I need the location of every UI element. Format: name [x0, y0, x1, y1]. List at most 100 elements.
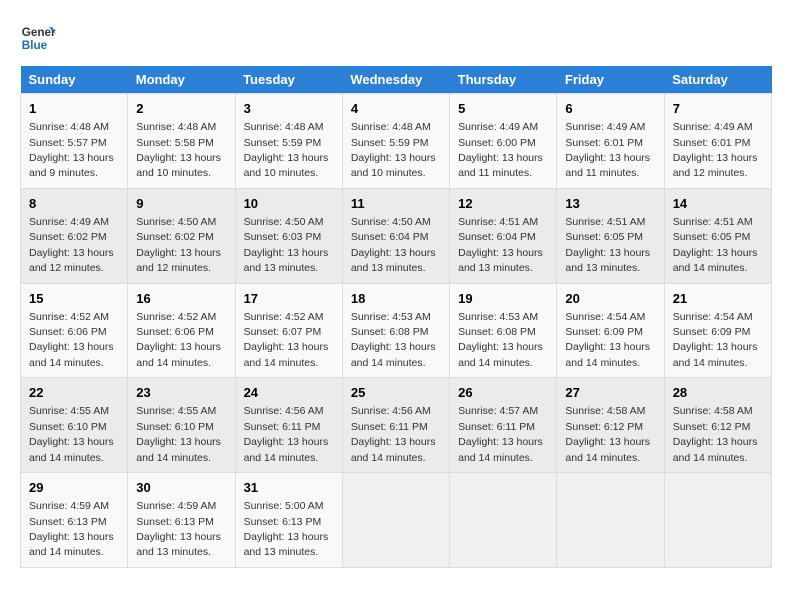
day-number: 2: [136, 100, 226, 118]
day-number: 8: [29, 195, 119, 213]
day-number: 29: [29, 479, 119, 497]
calendar-cell: 27 Sunrise: 4:58 AM Sunset: 6:12 PM Dayli…: [557, 378, 664, 473]
day-info: Sunrise: 4:50 AM Sunset: 6:02 PM Dayligh…: [136, 216, 221, 274]
day-info: Sunrise: 4:52 AM Sunset: 6:07 PM Dayligh…: [244, 311, 329, 369]
calendar-cell: 10 Sunrise: 4:50 AM Sunset: 6:03 PM Dayli…: [235, 188, 342, 283]
logo: General Blue: [20, 20, 56, 56]
day-number: 24: [244, 384, 334, 402]
day-number: 23: [136, 384, 226, 402]
day-info: Sunrise: 4:50 AM Sunset: 6:03 PM Dayligh…: [244, 216, 329, 274]
day-number: 28: [673, 384, 763, 402]
day-info: Sunrise: 4:50 AM Sunset: 6:04 PM Dayligh…: [351, 216, 436, 274]
day-number: 11: [351, 195, 441, 213]
day-info: Sunrise: 5:00 AM Sunset: 6:13 PM Dayligh…: [244, 500, 329, 558]
day-number: 18: [351, 290, 441, 308]
calendar-cell: 21 Sunrise: 4:54 AM Sunset: 6:09 PM Dayli…: [664, 283, 771, 378]
day-number: 27: [565, 384, 655, 402]
calendar-week-row: 29Sunrise: 4:59 AM Sunset: 6:13 PM Dayli…: [21, 473, 772, 568]
calendar-cell: 7 Sunrise: 4:49 AM Sunset: 6:01 PM Daylig…: [664, 94, 771, 189]
day-number: 25: [351, 384, 441, 402]
day-info: Sunrise: 4:49 AM Sunset: 6:00 PM Dayligh…: [458, 121, 543, 179]
calendar-cell: 24 Sunrise: 4:56 AM Sunset: 6:11 PM Dayli…: [235, 378, 342, 473]
page-header: General Blue: [20, 20, 772, 56]
day-number: 14: [673, 195, 763, 213]
calendar-body: 1Sunrise: 4:48 AM Sunset: 5:57 PM Daylig…: [21, 94, 772, 568]
day-number: 22: [29, 384, 119, 402]
logo-icon: General Blue: [20, 20, 56, 56]
day-number: 30: [136, 479, 226, 497]
calendar-week-row: 1Sunrise: 4:48 AM Sunset: 5:57 PM Daylig…: [21, 94, 772, 189]
calendar-cell: 13 Sunrise: 4:51 AM Sunset: 6:05 PM Dayli…: [557, 188, 664, 283]
calendar-cell: 14 Sunrise: 4:51 AM Sunset: 6:05 PM Dayli…: [664, 188, 771, 283]
calendar-cell: 1Sunrise: 4:48 AM Sunset: 5:57 PM Daylig…: [21, 94, 128, 189]
calendar-cell: [450, 473, 557, 568]
day-info: Sunrise: 4:55 AM Sunset: 6:10 PM Dayligh…: [29, 405, 114, 463]
calendar-cell: [664, 473, 771, 568]
day-info: Sunrise: 4:54 AM Sunset: 6:09 PM Dayligh…: [673, 311, 758, 369]
day-number: 21: [673, 290, 763, 308]
calendar-cell: 4Sunrise: 4:48 AM Sunset: 5:59 PM Daylig…: [342, 94, 449, 189]
calendar-week-row: 8 Sunrise: 4:49 AM Sunset: 6:02 PM Daylig…: [21, 188, 772, 283]
weekday-header: Tuesday: [235, 66, 342, 94]
calendar-cell: 17 Sunrise: 4:52 AM Sunset: 6:07 PM Dayli…: [235, 283, 342, 378]
calendar-cell: 12Sunrise: 4:51 AM Sunset: 6:04 PM Dayli…: [450, 188, 557, 283]
calendar-cell: 23 Sunrise: 4:55 AM Sunset: 6:10 PM Dayli…: [128, 378, 235, 473]
day-info: Sunrise: 4:56 AM Sunset: 6:11 PM Dayligh…: [244, 405, 329, 463]
calendar-cell: 11 Sunrise: 4:50 AM Sunset: 6:04 PM Dayli…: [342, 188, 449, 283]
calendar-header-row: SundayMondayTuesdayWednesdayThursdayFrid…: [21, 66, 772, 94]
calendar-cell: 19 Sunrise: 4:53 AM Sunset: 6:08 PM Dayli…: [450, 283, 557, 378]
day-info: Sunrise: 4:55 AM Sunset: 6:10 PM Dayligh…: [136, 405, 221, 463]
calendar-cell: 22 Sunrise: 4:55 AM Sunset: 6:10 PM Dayli…: [21, 378, 128, 473]
day-info: Sunrise: 4:58 AM Sunset: 6:12 PM Dayligh…: [565, 405, 650, 463]
day-info: Sunrise: 4:53 AM Sunset: 6:08 PM Dayligh…: [351, 311, 436, 369]
day-number: 31: [244, 479, 334, 497]
day-number: 12: [458, 195, 548, 213]
day-info: Sunrise: 4:51 AM Sunset: 6:05 PM Dayligh…: [673, 216, 758, 274]
day-info: Sunrise: 4:52 AM Sunset: 6:06 PM Dayligh…: [136, 311, 221, 369]
calendar-cell: 29Sunrise: 4:59 AM Sunset: 6:13 PM Dayli…: [21, 473, 128, 568]
weekday-header: Monday: [128, 66, 235, 94]
weekday-header: Saturday: [664, 66, 771, 94]
day-number: 6: [565, 100, 655, 118]
calendar-cell: 26 Sunrise: 4:57 AM Sunset: 6:11 PM Dayli…: [450, 378, 557, 473]
day-number: 7: [673, 100, 763, 118]
calendar-cell: [342, 473, 449, 568]
calendar-cell: 9 Sunrise: 4:50 AM Sunset: 6:02 PM Daylig…: [128, 188, 235, 283]
calendar-cell: 25 Sunrise: 4:56 AM Sunset: 6:11 PM Dayli…: [342, 378, 449, 473]
day-info: Sunrise: 4:58 AM Sunset: 6:12 PM Dayligh…: [673, 405, 758, 463]
weekday-header: Thursday: [450, 66, 557, 94]
calendar-cell: 28 Sunrise: 4:58 AM Sunset: 6:12 PM Dayli…: [664, 378, 771, 473]
day-info: Sunrise: 4:49 AM Sunset: 6:02 PM Dayligh…: [29, 216, 114, 274]
day-info: Sunrise: 4:48 AM Sunset: 5:58 PM Dayligh…: [136, 121, 221, 179]
day-info: Sunrise: 4:53 AM Sunset: 6:08 PM Dayligh…: [458, 311, 543, 369]
calendar-table: SundayMondayTuesdayWednesdayThursdayFrid…: [20, 66, 772, 568]
calendar-week-row: 22 Sunrise: 4:55 AM Sunset: 6:10 PM Dayli…: [21, 378, 772, 473]
calendar-cell: 31 Sunrise: 5:00 AM Sunset: 6:13 PM Dayli…: [235, 473, 342, 568]
day-number: 19: [458, 290, 548, 308]
calendar-cell: 16 Sunrise: 4:52 AM Sunset: 6:06 PM Dayli…: [128, 283, 235, 378]
day-info: Sunrise: 4:54 AM Sunset: 6:09 PM Dayligh…: [565, 311, 650, 369]
day-info: Sunrise: 4:51 AM Sunset: 6:05 PM Dayligh…: [565, 216, 650, 274]
day-number: 4: [351, 100, 441, 118]
day-number: 5: [458, 100, 548, 118]
calendar-cell: 8 Sunrise: 4:49 AM Sunset: 6:02 PM Daylig…: [21, 188, 128, 283]
calendar-cell: 30Sunrise: 4:59 AM Sunset: 6:13 PM Dayli…: [128, 473, 235, 568]
day-number: 9: [136, 195, 226, 213]
calendar-cell: 2 Sunrise: 4:48 AM Sunset: 5:58 PM Daylig…: [128, 94, 235, 189]
day-number: 20: [565, 290, 655, 308]
day-number: 15: [29, 290, 119, 308]
day-number: 17: [244, 290, 334, 308]
day-info: Sunrise: 4:56 AM Sunset: 6:11 PM Dayligh…: [351, 405, 436, 463]
calendar-cell: 20 Sunrise: 4:54 AM Sunset: 6:09 PM Dayli…: [557, 283, 664, 378]
calendar-cell: [557, 473, 664, 568]
weekday-header: Wednesday: [342, 66, 449, 94]
day-info: Sunrise: 4:52 AM Sunset: 6:06 PM Dayligh…: [29, 311, 114, 369]
day-number: 16: [136, 290, 226, 308]
calendar-cell: 3Sunrise: 4:48 AM Sunset: 5:59 PM Daylig…: [235, 94, 342, 189]
day-info: Sunrise: 4:49 AM Sunset: 6:01 PM Dayligh…: [673, 121, 758, 179]
day-info: Sunrise: 4:48 AM Sunset: 5:59 PM Dayligh…: [244, 121, 329, 179]
day-number: 13: [565, 195, 655, 213]
day-number: 10: [244, 195, 334, 213]
day-number: 26: [458, 384, 548, 402]
day-info: Sunrise: 4:57 AM Sunset: 6:11 PM Dayligh…: [458, 405, 543, 463]
